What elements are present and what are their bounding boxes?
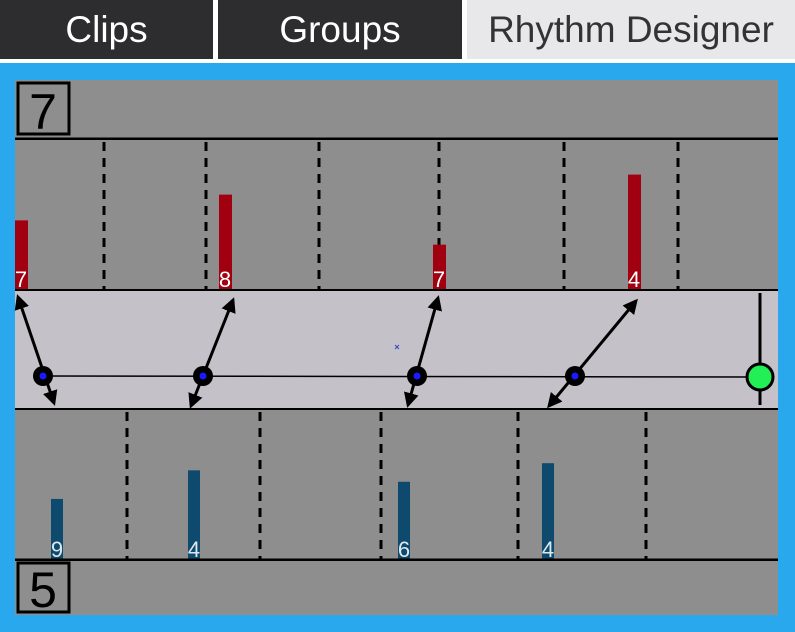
tab-rhythm-designer[interactable]: Rhythm Designer bbox=[467, 0, 795, 59]
top-hit-label: 7 bbox=[433, 267, 445, 292]
bottom-hit-label: 4 bbox=[542, 537, 554, 562]
top-hit[interactable]: 7 bbox=[15, 220, 28, 292]
top-hit-label: 7 bbox=[15, 267, 27, 292]
top-hit[interactable]: 4 bbox=[628, 174, 641, 292]
bottom-hit-label: 6 bbox=[398, 537, 410, 562]
bottom-hit[interactable]: 6 bbox=[398, 481, 410, 562]
bottom-hit-label: 9 bbox=[51, 537, 63, 562]
alignment-band bbox=[15, 291, 778, 408]
tab-bar: Clips Groups Rhythm Designer bbox=[0, 0, 795, 60]
top-hits-panel bbox=[15, 140, 778, 290]
top-hit[interactable]: 8 bbox=[219, 194, 232, 292]
bottom-footer bbox=[15, 561, 778, 615]
bottom-hit[interactable]: 9 bbox=[51, 498, 63, 562]
rhythm-canvas[interactable]: 7 7 8 7 4 9 4 6 4 5 bbox=[0, 63, 795, 632]
bottom-hit[interactable]: 4 bbox=[188, 470, 200, 562]
bottom-hit-label: 4 bbox=[188, 537, 200, 562]
rhythm-designer-frame: 7 7 8 7 4 9 4 6 4 5 bbox=[0, 63, 795, 632]
top-beat-count: 7 bbox=[29, 84, 57, 140]
connector-node-center bbox=[39, 372, 47, 380]
top-hit-label: 8 bbox=[219, 267, 231, 292]
tab-groups[interactable]: Groups bbox=[218, 0, 462, 59]
top-hit[interactable]: 7 bbox=[433, 244, 446, 292]
top-hit-label: 4 bbox=[628, 267, 640, 292]
bottom-beat-count: 5 bbox=[29, 562, 57, 618]
connector-node-center bbox=[413, 372, 421, 380]
top-header bbox=[15, 80, 778, 138]
bottom-hit[interactable]: 4 bbox=[542, 463, 554, 562]
bottom-hits-panel bbox=[15, 410, 778, 559]
connector-node-center bbox=[571, 372, 579, 380]
tab-clips[interactable]: Clips bbox=[0, 0, 213, 59]
timeline-line bbox=[42, 375, 761, 378]
connector-node-center bbox=[199, 372, 207, 380]
playhead-handle[interactable] bbox=[745, 362, 775, 392]
